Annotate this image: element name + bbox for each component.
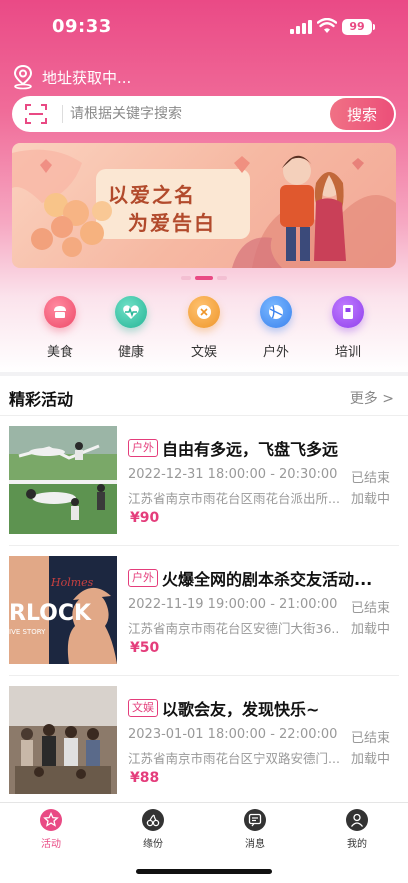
- carousel-dot: [181, 276, 191, 280]
- tab-mine[interactable]: 我的: [327, 809, 387, 853]
- carousel-dot: [217, 276, 227, 280]
- activity-title: 自由有多远，飞盘飞多远: [162, 440, 339, 459]
- activity-card[interactable]: 文娱 以歌会友，发现快乐~ 2023-01-01 18:00:00 - 22:00…: [0, 676, 408, 806]
- heartbeat-icon: [115, 296, 147, 328]
- category-entertainment[interactable]: 文娱: [174, 296, 234, 362]
- banner-caption: 以爱之名 为爱告白: [98, 175, 246, 235]
- location-selector[interactable]: 地址获取中...: [12, 64, 131, 90]
- search-button[interactable]: 搜索: [330, 98, 394, 130]
- ball-icon: [260, 296, 292, 328]
- activity-tag: 文娱: [128, 699, 158, 717]
- activity-time: 2023-01-01 18:00:00 - 22:00:00: [128, 727, 338, 742]
- battery-tip: [373, 24, 375, 30]
- search-input[interactable]: [70, 96, 332, 132]
- activity-address: 江苏省南京市雨花台区宁双路安德门...: [128, 751, 340, 766]
- category-outdoor[interactable]: 户外: [246, 296, 306, 362]
- activity-price: ¥50: [130, 640, 160, 656]
- party-photo: [9, 686, 117, 794]
- tab-label: 消息: [245, 839, 265, 850]
- activity-title-row: 户外 火爆全网的剧本杀交友活动...: [128, 566, 398, 590]
- scan-icon[interactable]: [24, 102, 48, 126]
- user-icon: [346, 809, 368, 831]
- tab-label: 我的: [347, 839, 367, 850]
- tab-label: 缘份: [143, 839, 163, 850]
- category-label: 户外: [262, 345, 289, 360]
- activity-tag: 户外: [128, 569, 158, 587]
- activity-title-row: 户外 自由有多远，飞盘飞多远: [128, 436, 398, 460]
- more-link[interactable]: 更多 >: [350, 388, 394, 408]
- activity-status: 已结束: [350, 731, 390, 746]
- activity-status: 已结束: [350, 471, 390, 486]
- tab-label: 活动: [41, 839, 61, 850]
- carousel-indicator: [0, 276, 408, 282]
- activity-loading: 加载中: [350, 752, 390, 767]
- tab-messages[interactable]: 消息: [225, 809, 285, 853]
- location-pin-icon: [13, 64, 33, 90]
- poster-text-sub: IVE STORY: [9, 628, 46, 636]
- activity-title: 火爆全网的剧本杀交友活动...: [162, 570, 373, 589]
- home-indicator: [136, 869, 272, 874]
- activity-price: ¥90: [130, 510, 160, 526]
- activity-title-row: 文娱 以歌会友，发现快乐~: [128, 696, 398, 720]
- activity-time: 2022-12-31 18:00:00 - 20:30:00: [128, 467, 338, 482]
- wifi-icon: [317, 18, 337, 33]
- category-label: 文娱: [190, 345, 217, 360]
- search-divider: [62, 105, 63, 123]
- category-food[interactable]: 美食: [30, 296, 90, 362]
- sherlock-poster: Holmes RLOCK IVE STORY: [9, 556, 117, 664]
- category-label: 美食: [46, 345, 73, 360]
- activity-title: 以歌会友，发现快乐~: [162, 700, 320, 719]
- category-health[interactable]: 健康: [101, 296, 161, 362]
- poster-text-top: Holmes: [50, 576, 94, 589]
- star-icon: [40, 809, 62, 831]
- battery-icon: 99: [342, 19, 372, 35]
- activity-loading: 加载中: [350, 492, 390, 507]
- category-training[interactable]: 培训: [318, 296, 378, 362]
- frisbee-photo: [9, 426, 117, 534]
- status-bar: 09:33 99: [0, 0, 408, 54]
- activity-address: 江苏省南京市雨花台区雨花台派出所...: [128, 491, 340, 506]
- banner-line1: 以爱之名: [108, 183, 196, 207]
- book-icon: [332, 296, 364, 328]
- cake-icon: [44, 296, 76, 328]
- category-label: 培训: [334, 345, 361, 360]
- signal-icon: [290, 20, 312, 34]
- activity-address: 江苏省南京市雨花台区安德门大街36...: [128, 621, 340, 636]
- activity-tag: 户外: [128, 439, 158, 457]
- activity-time: 2022-11-19 19:00:00 - 21:00:00: [128, 597, 338, 612]
- tab-fate[interactable]: 缘份: [123, 809, 183, 853]
- location-text: 地址获取中...: [42, 68, 132, 87]
- tab-activity[interactable]: 活动: [21, 809, 81, 853]
- search-bar: 搜索: [12, 96, 396, 132]
- activity-list: 户外 自由有多远，飞盘飞多远 2022-12-31 18:00:00 - 20:3…: [0, 416, 408, 802]
- activity-price: ¥88: [130, 770, 160, 786]
- category-label: 健康: [117, 345, 144, 360]
- activity-status: 已结束: [350, 601, 390, 616]
- carousel-dot-active: [195, 276, 213, 280]
- banner-carousel[interactable]: 以爱之名 为爱告白: [12, 143, 396, 268]
- section-header: 精彩活动 更多 >: [0, 376, 408, 416]
- cherry-icon: [142, 809, 164, 831]
- category-nav: 美食 健康 文娱 户外 培训: [0, 296, 408, 362]
- message-icon: [244, 809, 266, 831]
- activity-card[interactable]: 户外 自由有多远，飞盘飞多远 2022-12-31 18:00:00 - 20:3…: [0, 416, 408, 546]
- activity-loading: 加载中: [350, 622, 390, 637]
- banner-line2: 为爱告白: [128, 211, 216, 235]
- status-time: 09:33: [52, 16, 112, 37]
- poster-text-main: RLOCK: [9, 601, 92, 626]
- section-title: 精彩活动: [9, 390, 74, 409]
- ticket-icon: [188, 296, 220, 328]
- activity-card[interactable]: Holmes RLOCK IVE STORY 户外 火爆全网的剧本杀交友活动...…: [0, 546, 408, 676]
